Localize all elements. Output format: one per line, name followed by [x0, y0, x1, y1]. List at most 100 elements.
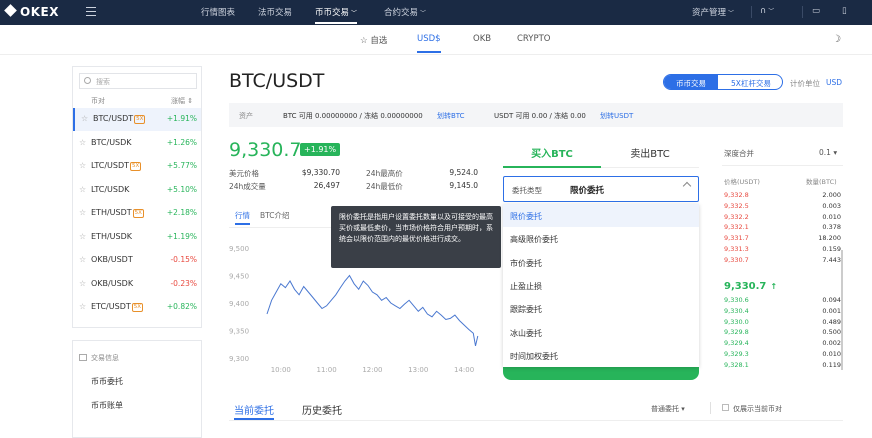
nav-market-charts[interactable]: 行情图表 — [201, 6, 235, 18]
ask-price: 9,330.7 — [724, 255, 749, 264]
order-type-option[interactable]: 跟踪委托 — [503, 297, 699, 320]
coin-row[interactable]: ☆ BTC/USDT 5X +1.91% — [73, 108, 201, 131]
coin-pair: OKB/USDT — [91, 255, 133, 264]
bid-row[interactable]: 9,330.0 0.489 — [724, 318, 841, 328]
order-type-select[interactable]: 委托类型 限价委托 — [503, 176, 699, 202]
order-type-option[interactable]: 冰山委托 — [503, 321, 699, 344]
star-icon[interactable]: ☆ — [79, 161, 86, 170]
only-current-pair-label: 仅展示当前币对 — [733, 405, 782, 413]
search-input[interactable]: 搜索 — [79, 73, 197, 89]
ask-qty: 7.443 — [822, 255, 841, 264]
star-icon[interactable]: ☆ — [79, 138, 86, 147]
col-header-change-sort[interactable]: 涨幅 ⇕ — [171, 96, 193, 106]
bid-qty: 0.489 — [822, 317, 841, 326]
order-type-option[interactable]: 止盈止损 — [503, 274, 699, 297]
bid-row[interactable]: 9,330.6 0.094 — [724, 296, 841, 306]
ask-row[interactable]: 9,332.1 0.378 — [724, 223, 841, 233]
coin-row[interactable]: ☆ ETH/USDT 5X +2.18% — [73, 202, 201, 225]
coin-row[interactable]: ☆ ETH/USDK +1.19% — [73, 226, 201, 249]
chevron-down-icon: ▾ — [833, 148, 838, 157]
tab-btc-intro[interactable]: BTC介绍 — [260, 210, 290, 221]
bid-row[interactable]: 9,330.4 0.001 — [724, 307, 841, 317]
tab-okb[interactable]: OKB — [473, 34, 491, 44]
coin-pair: BTC/USDK — [91, 137, 132, 147]
depth-precision-select[interactable]: 0.1 ▾ — [819, 148, 837, 157]
orderbook-divider — [722, 165, 843, 166]
coin-change: +5.77% — [166, 161, 197, 170]
ask-row[interactable]: 9,332.5 0.003 — [724, 202, 841, 212]
orderbook-scrollbar[interactable] — [841, 250, 843, 370]
tab-current-orders[interactable]: 当前委托 — [234, 402, 274, 420]
bid-qty: 0.002 — [822, 339, 841, 348]
spot-bills-link[interactable]: 币币账单 — [91, 400, 123, 411]
spot-mode-button[interactable]: 币币交易 — [664, 75, 718, 89]
coin-row[interactable]: ☆ OKB/USDK -0.23% — [73, 273, 201, 296]
tab-order-history[interactable]: 历史委托 — [302, 402, 342, 417]
tab-buy-btc[interactable]: 买入BTC — [503, 145, 601, 160]
buy-tab-indicator — [503, 166, 601, 168]
x-tick-label: 12:00 — [362, 366, 382, 374]
bid-row[interactable]: 9,329.3 0.010 — [724, 350, 841, 360]
order-type-filter[interactable]: 普通委托 ▾ — [651, 404, 685, 414]
price-series-line — [266, 274, 479, 347]
bid-qty: 0.001 — [822, 306, 841, 315]
transfer-btc-link[interactable]: 划转BTC — [437, 111, 465, 121]
star-icon[interactable]: ☆ — [79, 208, 86, 217]
star-icon[interactable]: ☆ — [79, 302, 86, 311]
only-current-pair-checkbox[interactable] — [722, 404, 729, 411]
ask-row[interactable]: 9,332.2 0.010 — [724, 213, 841, 223]
order-type-option[interactable]: 市价委托 — [503, 251, 699, 274]
star-icon[interactable]: ☆ — [79, 255, 86, 264]
x-tick-label: 10:00 — [271, 366, 291, 374]
star-icon[interactable]: ☆ — [79, 279, 86, 288]
coin-row[interactable]: ☆ ETC/USDT 5X +0.82% — [73, 296, 201, 319]
spot-orders-link[interactable]: 币币委托 — [91, 376, 123, 387]
star-icon[interactable]: ☆ — [79, 232, 86, 241]
star-icon[interactable]: ☆ — [79, 185, 86, 194]
coin-row[interactable]: ☆ LTC/USDK +5.10% — [73, 179, 201, 202]
margin-mode-button[interactable]: 5X杠杆交易 — [718, 75, 782, 89]
nav-asset-management[interactable]: 资产管理 ﹀ — [692, 6, 734, 18]
bid-row[interactable]: 9,329.8 0.500 — [724, 328, 841, 338]
mobile-icon[interactable]: ▯ — [842, 6, 847, 16]
ask-row[interactable]: 9,332.8 2.000 — [724, 191, 841, 201]
ask-price: 9,332.5 — [724, 201, 749, 210]
transfer-usdt-link[interactable]: 划转USDT — [600, 111, 633, 121]
coin-change: +1.26% — [166, 137, 197, 147]
bid-row[interactable]: 9,329.4 0.002 — [724, 339, 841, 349]
nav-fiat-trading[interactable]: 法币交易 — [258, 6, 292, 18]
okex-logo[interactable]: OKEX — [4, 4, 59, 19]
nav-spot-trading[interactable]: 币币交易 ﹀ — [315, 6, 358, 24]
tab-market-chart[interactable]: 行情 — [235, 210, 250, 225]
ask-qty: 2.000 — [822, 191, 841, 199]
coin-row[interactable]: ☆ LTC/USDT 5X +5.77% — [73, 155, 201, 178]
tab-sell-btc[interactable]: 卖出BTC — [601, 145, 699, 160]
bid-price: 9,329.3 — [724, 350, 749, 358]
star-icon[interactable]: ☆ — [81, 114, 88, 123]
bid-qty: 0.010 — [822, 350, 841, 358]
ask-row[interactable]: 9,331.7 18.200 — [724, 234, 841, 244]
coin-row[interactable]: ☆ BTC/USDK +1.26% — [73, 132, 201, 155]
headset-icon[interactable]: ∩ ﹀ — [760, 6, 774, 16]
last-price: 9,330.7 — [229, 139, 302, 161]
depth-merge-label: 深度合并 — [724, 149, 754, 158]
low-24h-label: 24h最低价 — [366, 182, 403, 191]
ask-row[interactable]: 9,330.7 7.443 — [724, 256, 841, 266]
unit-select[interactable]: USD — [826, 78, 842, 87]
usd-price-label: 美元价格 — [229, 169, 259, 178]
chevron-down-icon: ﹀ — [768, 8, 775, 15]
ask-row[interactable]: 9,331.3 0.159 — [724, 245, 841, 255]
tab-crypto[interactable]: CRYPTO — [517, 34, 551, 44]
order-type-option[interactable]: 限价委托 — [503, 204, 699, 227]
theme-moon-icon[interactable]: ☽ — [832, 34, 841, 45]
bid-price: 9,330.6 — [724, 296, 749, 304]
tab-usd[interactable]: USD$ — [417, 34, 441, 53]
menu-icon[interactable] — [86, 7, 96, 16]
order-type-option[interactable]: 高级限价委托 — [503, 227, 699, 250]
tab-favorites[interactable]: ☆ 自选 — [360, 34, 387, 46]
nav-futures-trading[interactable]: 合约交易 ﹀ — [384, 6, 426, 18]
order-type-option[interactable]: 时间加权委托 — [503, 344, 699, 367]
bid-row[interactable]: 9,328.1 0.119 — [724, 361, 841, 371]
chat-icon[interactable]: ▭ — [812, 6, 820, 16]
coin-row[interactable]: ☆ OKB/USDT -0.15% — [73, 249, 201, 272]
